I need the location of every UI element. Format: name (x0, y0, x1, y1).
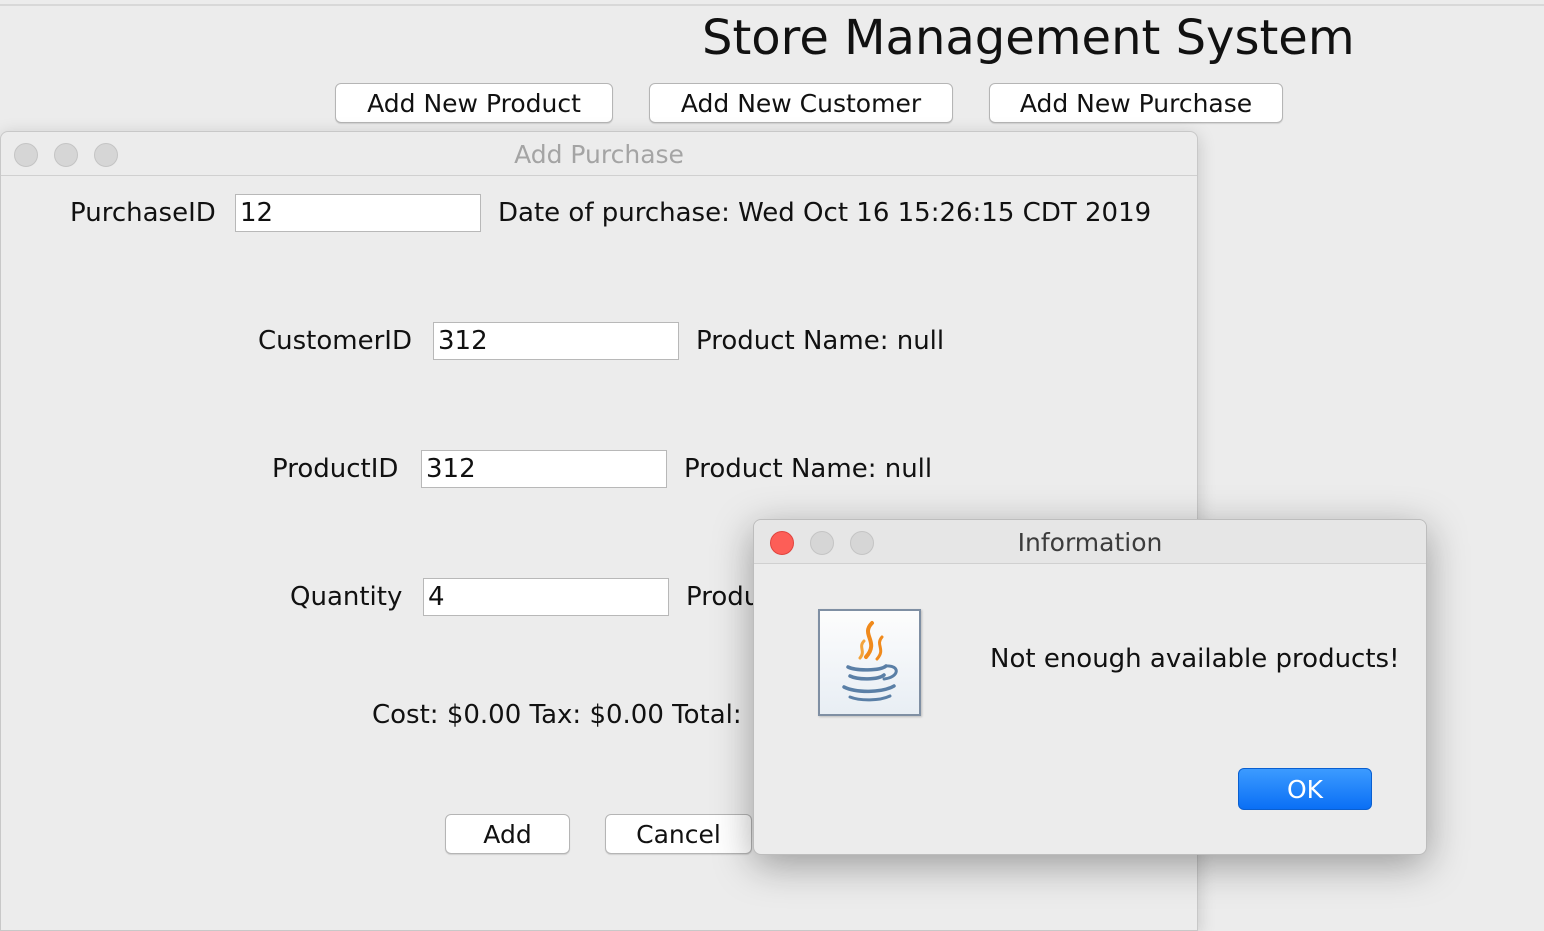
quantity-label: Quantity (290, 582, 403, 612)
top-divider (0, 4, 1544, 6)
customer-id-input[interactable] (433, 322, 679, 360)
alert-titlebar[interactable]: Information (754, 520, 1426, 564)
add-new-purchase-button[interactable]: Add New Purchase (989, 83, 1283, 123)
purchase-id-label: PurchaseID (70, 198, 216, 228)
app-title: Store Management System (702, 10, 1355, 66)
java-coffee-cup-icon (818, 609, 921, 716)
add-new-customer-button[interactable]: Add New Customer (649, 83, 953, 123)
add-button[interactable]: Add (445, 814, 570, 854)
quantity-input[interactable] (423, 578, 669, 616)
add-new-product-button[interactable]: Add New Product (335, 83, 613, 123)
customer-info-label: Product Name: null (696, 326, 945, 356)
purchase-id-input[interactable] (235, 194, 481, 232)
customer-id-label: CustomerID (258, 326, 412, 356)
product-name-label: Product Name: null (684, 454, 933, 484)
product-id-input[interactable] (421, 450, 667, 488)
purchase-dialog-titlebar[interactable]: Add Purchase (1, 132, 1197, 176)
date-of-purchase-label: Date of purchase: Wed Oct 16 15:26:15 CD… (498, 198, 1152, 228)
product-id-label: ProductID (272, 454, 399, 484)
java-cup-svg (842, 621, 898, 702)
cancel-button[interactable]: Cancel (605, 814, 752, 854)
totals-label: Cost: $0.00 Tax: $0.00 Total: (372, 700, 742, 730)
quantity-info-label: Produ (686, 582, 761, 612)
ok-button[interactable]: OK (1238, 768, 1372, 810)
alert-message: Not enough available products! (990, 644, 1400, 674)
purchase-dialog-title: Add Purchase (514, 140, 684, 169)
alert-title: Information (1017, 528, 1163, 557)
